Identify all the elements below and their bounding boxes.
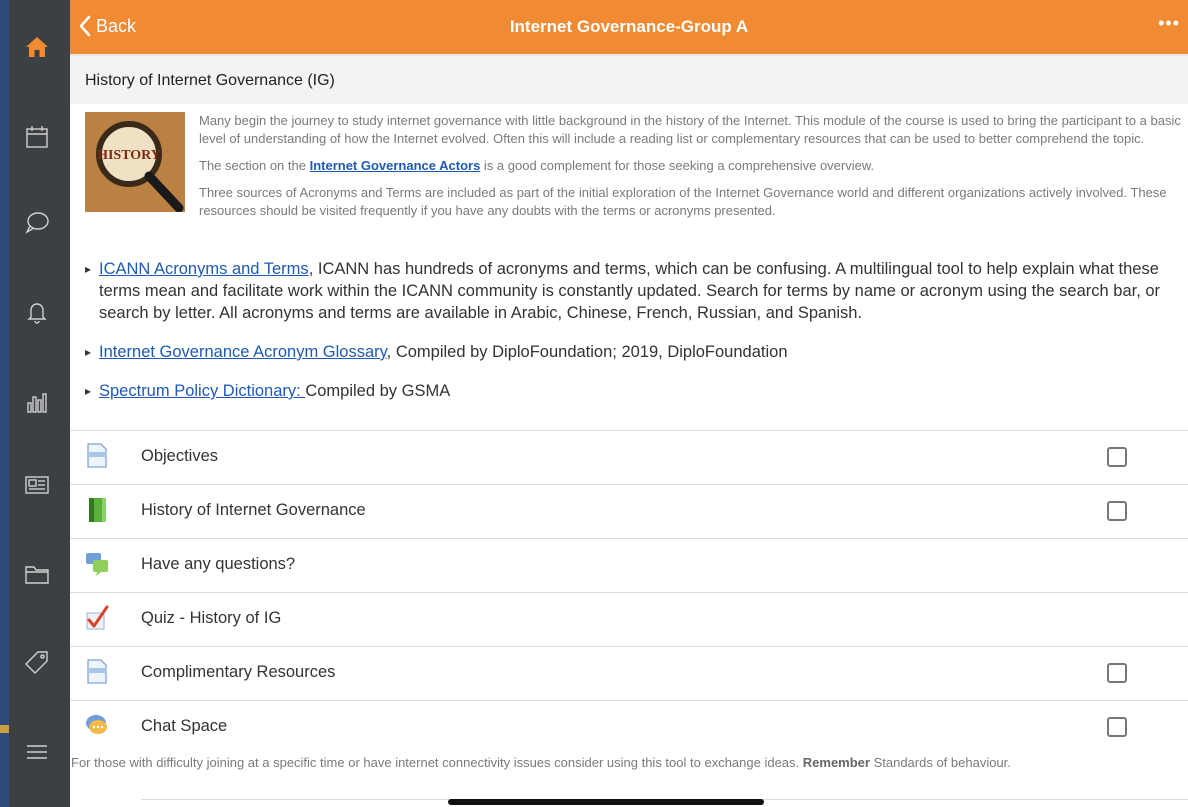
left-sidebar [0,0,70,807]
intro-paragraph-2-tail: is a good complement for those seeking a… [480,158,875,173]
activity-label: Chat Space [141,717,228,735]
activity-quiz[interactable]: Quiz - History of IG [70,592,1188,646]
bullet-text: , Compiled by DiploFoundation; 2019, Dip… [386,343,788,361]
completion-checkbox[interactable] [1107,717,1127,737]
activity-chat-space[interactable]: Chat Space [70,700,1188,754]
activity-list: Objectives History of Internet Governanc… [70,430,1188,754]
activity-label: Complimentary Resources [141,663,336,681]
list-item: ICANN Acronyms and Terms, ICANN has hund… [85,258,1175,324]
icann-acronyms-link[interactable]: ICANN Acronyms and Terms [99,260,309,278]
activity-complimentary-resources[interactable]: Complimentary Resources [70,646,1188,700]
calendar-icon[interactable] [20,120,54,154]
completion-checkbox[interactable] [1107,501,1127,521]
page-icon [87,443,107,468]
chat-bubble-icon[interactable] [20,205,54,239]
list-item: Spectrum Policy Dictionary: Compiled by … [85,380,1175,402]
section-header: History of Internet Governance (IG) [70,54,1188,104]
spectrum-policy-dictionary-link[interactable]: Spectrum Policy Dictionary: [99,382,305,400]
chat-space-description: For those with difficulty joining at a s… [71,754,1111,772]
page-icon [87,659,107,684]
bullet-text: Compiled by GSMA [305,382,451,400]
intro-paragraph-3: Three sources of Acronyms and Terms are … [199,185,1167,218]
list-item: Internet Governance Acronym Glossary, Co… [85,341,1175,363]
activity-history-of-ig[interactable]: History of Internet Governance [70,484,1188,538]
activity-label: History of Internet Governance [141,501,366,519]
history-thumbnail-image: HISTORY [85,112,185,212]
chat-description-tail: Standards of behaviour. [869,755,1011,770]
intro-paragraph-1: Many begin the journey to study internet… [199,113,1181,146]
intro-paragraph-2: The section on the Internet Governance A… [85,157,1185,175]
folder-icon[interactable] [20,557,54,591]
section-title: History of Internet Governance (IG) [85,72,335,89]
home-icon[interactable] [20,30,54,64]
top-bar: Back Internet Governance-Group A ••• [70,0,1188,54]
chat-icon [86,715,107,734]
intro-paragraph-2-text: The section on the [199,158,310,173]
thumbnail-text: HISTORY [97,148,161,163]
activity-objectives[interactable]: Objectives [70,430,1188,484]
activity-label: Objectives [141,447,219,465]
bar-chart-icon[interactable] [20,385,54,419]
section-intro: HISTORY Many begin the journey to study … [85,112,1185,229]
menu-icon[interactable] [20,735,54,769]
tag-icon[interactable] [20,645,54,679]
internet-governance-actors-link[interactable]: Internet Governance Actors [310,158,481,173]
more-options-button[interactable]: ••• [1158,13,1180,34]
bell-icon[interactable] [20,295,54,329]
home-indicator-bar[interactable] [448,799,764,805]
activity-label: Quiz - History of IG [141,609,282,627]
resource-bullet-list: ICANN Acronyms and Terms, ICANN has hund… [85,258,1175,419]
ig-acronym-glossary-link[interactable]: Internet Governance Acronym Glossary [99,343,387,361]
sidebar-edge-strip [0,0,9,807]
newspaper-icon[interactable] [20,468,54,502]
page-title: Internet Governance-Group A [509,17,749,36]
completion-checkbox[interactable] [1107,447,1127,467]
book-icon [89,498,106,522]
completion-checkbox[interactable] [1107,663,1127,683]
quiz-check-icon [86,605,109,630]
activity-label: Have any questions? [141,555,296,573]
activity-questions-forum[interactable]: Have any questions? [70,538,1188,592]
chat-description-text: For those with difficulty joining at a s… [71,755,803,770]
forum-icon [86,553,108,576]
chat-description-emphasis: Remember [802,755,870,770]
